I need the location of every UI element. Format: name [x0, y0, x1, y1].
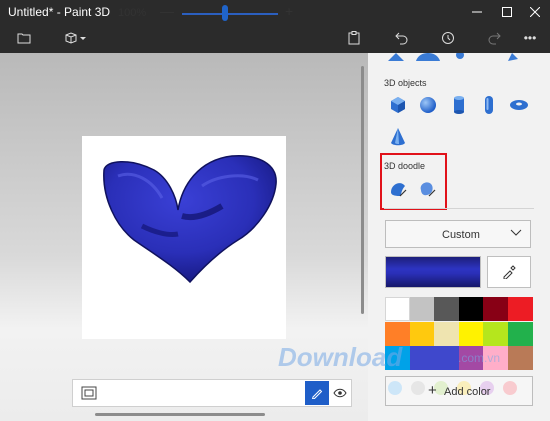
3d-heart-doodle[interactable]: [82, 136, 286, 339]
clipboard-icon: [348, 31, 360, 45]
palette-swatch[interactable]: [434, 297, 460, 321]
cylinder-icon[interactable]: [449, 95, 469, 115]
plus-icon: +: [428, 382, 437, 399]
canvas-paper[interactable]: [82, 136, 286, 339]
color-mode-dropdown[interactable]: Custom: [385, 220, 531, 248]
palette-swatch[interactable]: [385, 297, 410, 321]
3d-objects-label: 3D objects: [384, 78, 427, 88]
zoom-in-button[interactable]: +: [285, 3, 293, 19]
close-icon: [530, 6, 540, 17]
paste-button[interactable]: [342, 27, 366, 49]
palette-swatch[interactable]: [508, 297, 533, 321]
eyedropper-icon: [503, 265, 516, 279]
window-title: Untitled* - Paint 3D: [8, 5, 111, 19]
add-color-button[interactable]: + Add color: [385, 376, 533, 406]
zoom-value: 100%: [118, 7, 147, 19]
menu-button[interactable]: [12, 27, 36, 49]
palette-swatch[interactable]: [458, 297, 484, 321]
current-color-swatch[interactable]: [385, 256, 481, 288]
palette-swatch[interactable]: [409, 297, 435, 321]
minimize-icon: [472, 11, 482, 12]
zoom-slider-thumb[interactable]: [222, 5, 229, 21]
zoom-out-button[interactable]: —: [160, 3, 174, 19]
pen-icon: [311, 389, 323, 399]
palette-swatch[interactable]: [409, 346, 435, 370]
3d-view-dropdown[interactable]: [62, 27, 90, 49]
palette-swatch[interactable]: [409, 321, 435, 346]
undo-icon: [395, 32, 408, 45]
redo-icon: [488, 32, 501, 45]
redo-button[interactable]: [482, 27, 506, 49]
history-icon: [442, 32, 454, 44]
palette-swatch[interactable]: [483, 321, 509, 346]
undo-button[interactable]: [390, 27, 414, 49]
folder-icon: [17, 33, 31, 44]
palette-swatch[interactable]: [458, 321, 484, 346]
pen-button[interactable]: [305, 381, 329, 405]
eye-icon: [333, 388, 347, 398]
3d-doodle-highlight: [380, 153, 447, 210]
title-bar: Untitled* - Paint 3D: [0, 0, 550, 23]
eyedropper-button[interactable]: [487, 256, 531, 288]
add-color-label: Add color: [444, 386, 491, 398]
palette-swatch[interactable]: [508, 321, 533, 346]
close-button[interactable]: [520, 0, 550, 23]
shapes-row-partial: [388, 53, 518, 61]
maximize-icon: [502, 6, 512, 17]
capsule-icon[interactable]: [479, 95, 499, 115]
fit-to-screen-icon[interactable]: [81, 386, 97, 400]
watermark: Download: [278, 342, 403, 372]
palette-swatch[interactable]: [508, 346, 533, 370]
dropdown-value: Custom: [442, 229, 480, 241]
more-icon: •••: [523, 31, 537, 45]
view-button[interactable]: [332, 383, 348, 403]
cone-icon[interactable]: [388, 127, 408, 147]
chevron-down-icon: [510, 229, 522, 236]
more-button[interactable]: •••: [518, 27, 542, 49]
palette-swatch[interactable]: [434, 346, 460, 370]
maximize-button[interactable]: [492, 0, 522, 23]
palette-swatch[interactable]: [434, 321, 460, 346]
history-button[interactable]: [436, 27, 460, 49]
minimize-button[interactable]: [462, 0, 492, 23]
vertical-scrollbar[interactable]: [361, 66, 364, 314]
toolbar: •••: [0, 23, 550, 53]
panel-divider: [384, 208, 534, 209]
cube-icon[interactable]: [388, 95, 408, 115]
donut-icon[interactable]: [509, 95, 529, 115]
zoom-slider-track[interactable]: [182, 13, 278, 15]
watermark-suffix: .com.vn: [458, 351, 501, 365]
horizontal-scrollbar[interactable]: [95, 413, 265, 416]
palette-swatch[interactable]: [483, 297, 509, 321]
cube-chevron-icon: [65, 32, 86, 44]
sphere-icon[interactable]: [418, 95, 438, 115]
